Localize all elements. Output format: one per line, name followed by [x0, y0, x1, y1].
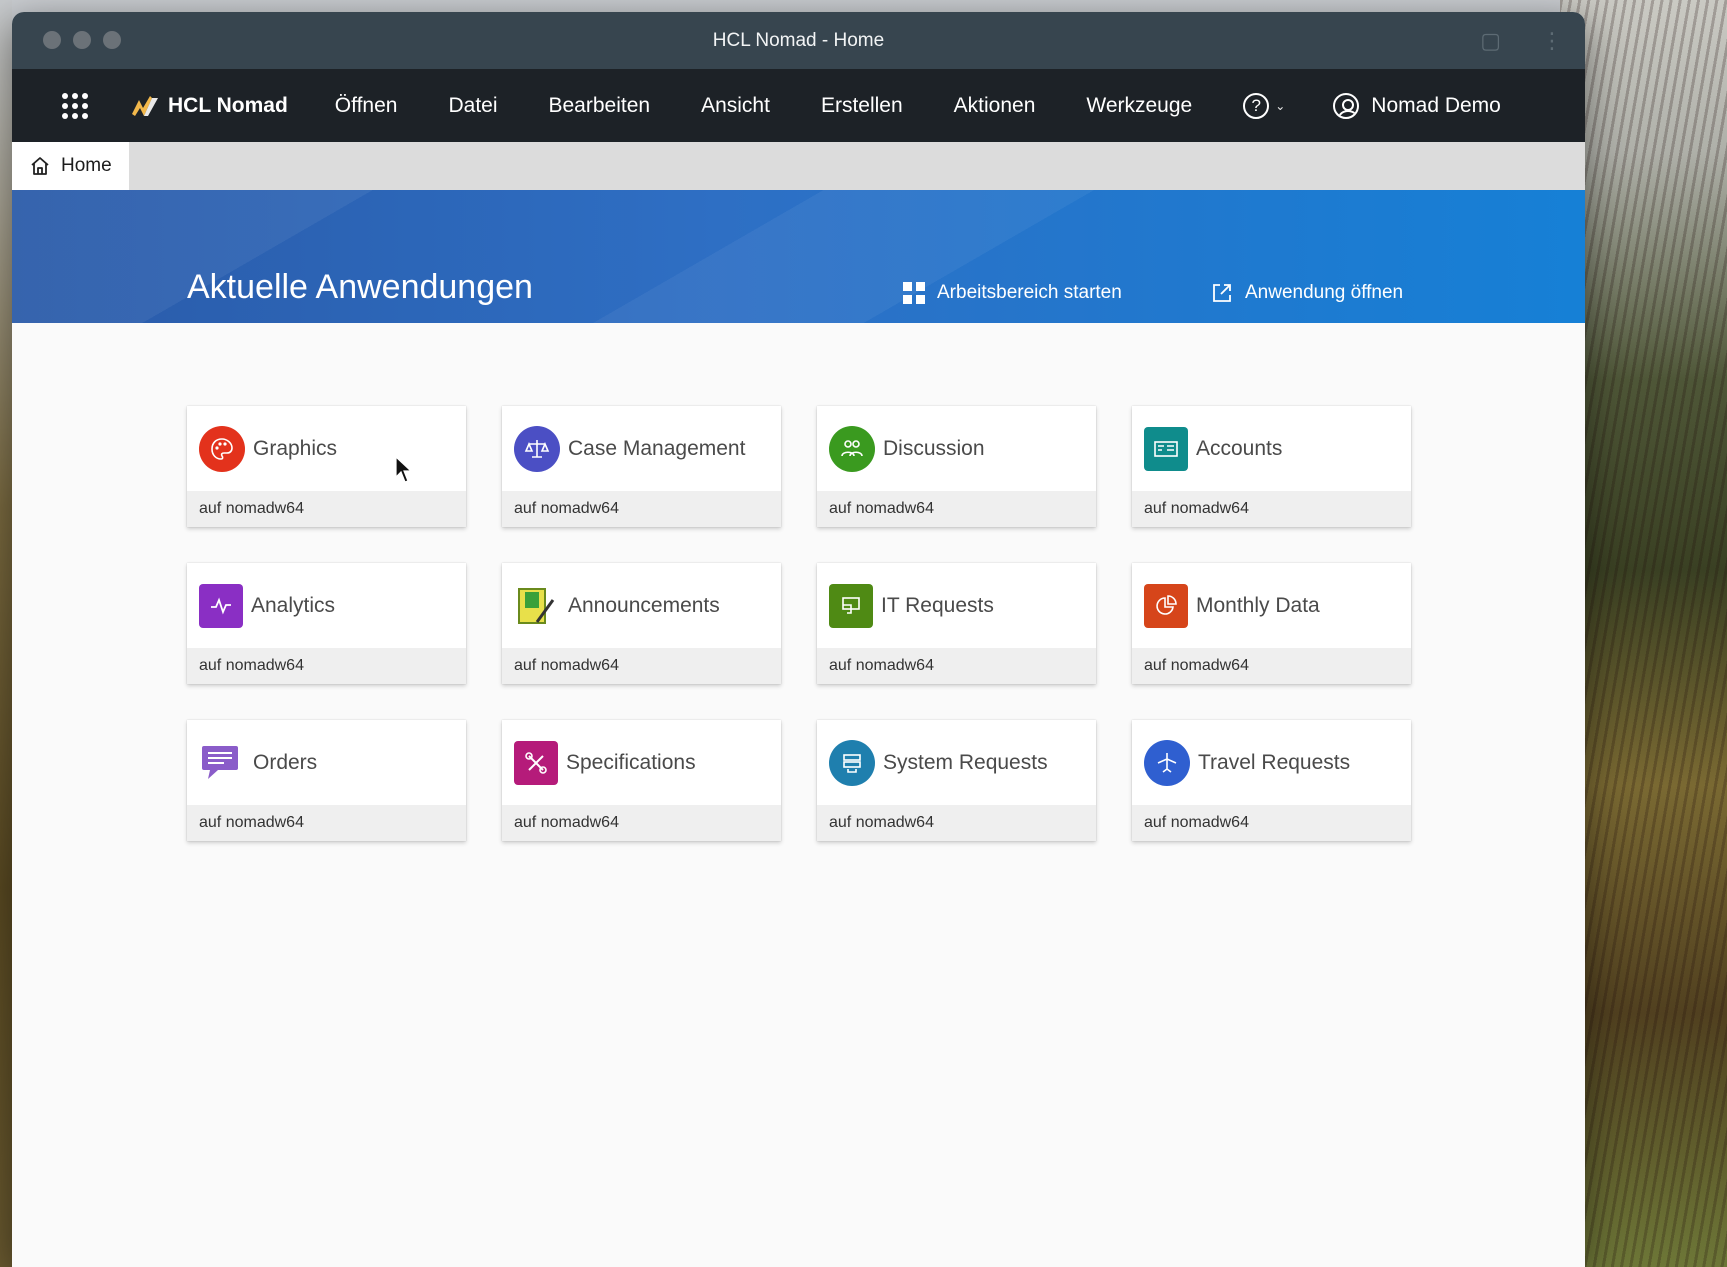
tools-icon — [514, 740, 558, 785]
app-card-monthly-data[interactable]: Monthly Data auf nomadw64 — [1132, 563, 1411, 684]
app-card-specifications[interactable]: Specifications auf nomadw64 — [502, 720, 781, 841]
more-options-icon[interactable]: ⋮ — [1541, 28, 1563, 54]
app-card-server: auf nomadw64 — [817, 491, 1096, 527]
app-card-title: Analytics — [251, 593, 336, 617]
app-card-analytics[interactable]: Analytics auf nomadw64 — [187, 563, 466, 684]
app-card-server: auf nomadw64 — [502, 805, 781, 841]
app-card-it-requests[interactable]: IT Requests auf nomadw64 — [817, 563, 1096, 684]
id-card-icon — [1144, 426, 1188, 471]
page-title: Aktuelle Anwendungen — [187, 268, 533, 306]
app-card-graphics[interactable]: Graphics auf nomadw64 — [187, 406, 466, 527]
menu-bearbeiten[interactable]: Bearbeiten — [549, 94, 651, 118]
mouse-cursor-icon — [395, 456, 413, 483]
open-application-label: Anwendung öffnen — [1245, 282, 1404, 303]
menu-datei[interactable]: Datei — [448, 94, 497, 118]
hero-banner: Aktuelle Anwendungen Arbeitsbereich star… — [12, 190, 1585, 323]
user-name: Nomad Demo — [1371, 93, 1501, 117]
app-card-server: auf nomadw64 — [817, 805, 1096, 841]
menu-oeffnen[interactable]: Öffnen — [335, 94, 398, 118]
maximize-window-button[interactable] — [103, 31, 121, 49]
app-card-title: Discussion — [883, 436, 985, 460]
app-card-title: Monthly Data — [1196, 593, 1320, 617]
menu-werkzeuge[interactable]: Werkzeuge — [1086, 94, 1192, 118]
brand[interactable]: HCL Nomad — [130, 94, 288, 118]
minimize-window-button[interactable] — [73, 31, 91, 49]
app-card-title: Graphics — [253, 436, 338, 460]
app-card-title: Announcements — [568, 593, 720, 617]
notepad-icon — [514, 583, 560, 629]
title-bar: HCL Nomad - Home ▢ ⋮ — [12, 12, 1585, 69]
app-card-title: Case Management — [568, 436, 746, 460]
pie-chart-icon — [1144, 583, 1188, 628]
menu-erstellen[interactable]: Erstellen — [821, 94, 903, 118]
app-card-server: auf nomadw64 — [187, 491, 466, 527]
airplane-icon — [1144, 739, 1190, 786]
chevron-down-icon: ⌄ — [1275, 98, 1286, 113]
chat-bubble-icon — [199, 740, 245, 786]
app-card-accounts[interactable]: Accounts auf nomadw64 — [1132, 406, 1411, 527]
server-icon — [829, 739, 875, 786]
window-controls — [43, 31, 121, 49]
home-icon — [31, 157, 49, 175]
app-card-server: auf nomadw64 — [1132, 648, 1411, 684]
start-workspace-button[interactable]: Arbeitsbereich starten — [903, 282, 1122, 304]
window-title: HCL Nomad - Home — [712, 29, 885, 51]
hcl-nomad-logo-icon — [132, 95, 158, 116]
app-card-server: auf nomadw64 — [502, 648, 781, 684]
start-workspace-label: Arbeitsbereich starten — [937, 282, 1122, 303]
app-card-server: auf nomadw64 — [1132, 491, 1411, 527]
app-card-server: auf nomadw64 — [502, 491, 781, 527]
app-card-case-management[interactable]: Case Management auf nomadw64 — [502, 406, 781, 527]
app-card-title: Travel Requests — [1198, 750, 1351, 774]
app-card-title: Orders — [253, 750, 318, 774]
menu-ansicht[interactable]: Ansicht — [701, 94, 770, 118]
app-card-orders[interactable]: Orders auf nomadw64 — [187, 720, 466, 841]
brand-label: HCL Nomad — [168, 93, 288, 117]
people-icon — [829, 425, 875, 472]
app-card-title: IT Requests — [881, 593, 994, 617]
app-card-server: auf nomadw64 — [187, 805, 466, 841]
open-application-button[interactable]: Anwendung öffnen — [1211, 282, 1403, 304]
external-link-icon — [1213, 284, 1231, 302]
extension-icon[interactable]: ▢ — [1480, 28, 1501, 54]
pulse-icon — [199, 583, 243, 628]
menu-bar: HCL Nomad Öffnen Datei Bearbeiten Ansich… — [12, 69, 1585, 142]
desktop-background — [1560, 0, 1727, 1267]
app-card-title: Accounts — [1196, 436, 1283, 460]
menu-aktionen[interactable]: Aktionen — [954, 94, 1036, 118]
help-menu[interactable]: ? ⌄ — [1243, 92, 1286, 119]
monitor-icon — [829, 583, 873, 628]
app-card-discussion[interactable]: Discussion auf nomadw64 — [817, 406, 1096, 527]
app-card-server: auf nomadw64 — [1132, 805, 1411, 841]
scales-icon — [514, 425, 560, 472]
user-menu[interactable]: Nomad Demo — [1333, 92, 1501, 119]
app-card-announcements[interactable]: Announcements auf nomadw64 — [502, 563, 781, 684]
app-card-server: auf nomadw64 — [817, 648, 1096, 684]
workspace-grid-icon — [903, 282, 925, 304]
help-icon: ? — [1243, 92, 1270, 119]
app-card-title: System Requests — [883, 750, 1048, 774]
palette-icon — [199, 425, 245, 472]
tab-home[interactable]: Home — [12, 142, 129, 190]
app-card-system-requests[interactable]: System Requests auf nomadw64 — [817, 720, 1096, 841]
close-window-button[interactable] — [43, 31, 61, 49]
tab-label: Home — [61, 155, 112, 176]
app-card-travel-requests[interactable]: Travel Requests auf nomadw64 — [1132, 720, 1411, 841]
app-card-title: Specifications — [566, 750, 696, 774]
app-card-server: auf nomadw64 — [187, 648, 466, 684]
tab-bar: Home — [12, 142, 1585, 190]
user-icon — [1333, 92, 1360, 119]
app-launcher-icon[interactable] — [62, 92, 88, 119]
desktop-background-edge — [0, 0, 12, 1267]
